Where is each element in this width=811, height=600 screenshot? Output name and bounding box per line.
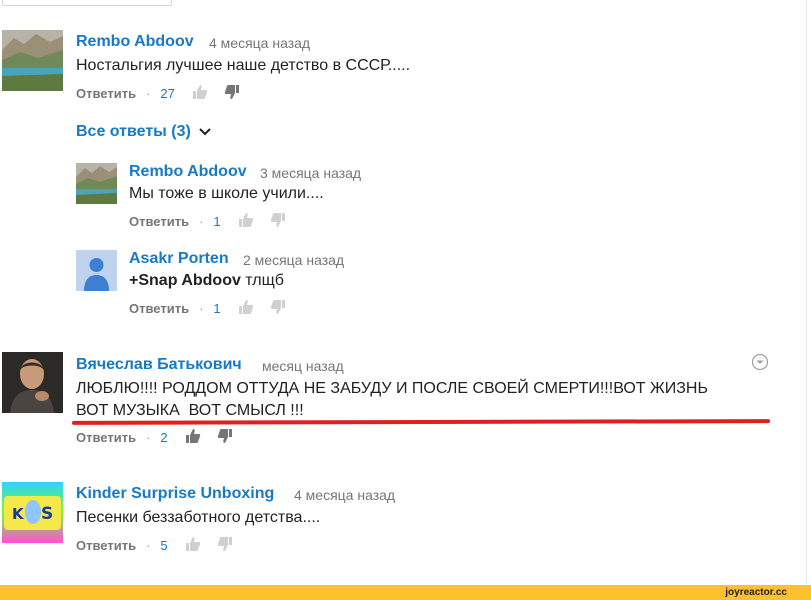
comment-author[interactable]: Kinder Surprise Unboxing: [76, 485, 274, 503]
separator-dot: ·: [146, 537, 151, 553]
avatar-kinder-logo-image: K S: [2, 482, 63, 543]
like-count: 1: [213, 300, 221, 316]
like-count: 2: [160, 429, 168, 445]
chevron-down-icon: [199, 123, 211, 141]
thumb-down-icon[interactable]: [270, 299, 286, 318]
separator-dot: ·: [199, 300, 204, 316]
avatar[interactable]: [2, 352, 63, 413]
separator-dot: ·: [146, 429, 151, 445]
thumb-up-icon[interactable]: [238, 212, 254, 231]
avatar[interactable]: [2, 30, 63, 91]
thumb-down-icon[interactable]: [217, 428, 233, 447]
view-replies-label: Все ответы (3): [76, 123, 191, 140]
thumb-down-icon[interactable]: [224, 84, 240, 103]
sort-dropdown-box[interactable]: [2, 0, 172, 6]
comment-actions: Ответить · 2: [76, 427, 233, 447]
like-count: 27: [160, 85, 175, 101]
reply-button[interactable]: Ответить: [76, 86, 136, 101]
reply-actions: Ответить · 1: [129, 298, 286, 318]
default-avatar-icon[interactable]: [76, 250, 117, 291]
like-count: 5: [160, 537, 168, 553]
comment-author[interactable]: Rembo Abdoov: [76, 33, 194, 51]
reply-text: +Snap Abdoov тлщб: [129, 270, 284, 291]
avatar-landscape-image: [76, 163, 117, 204]
reply-text-body: тлщб: [240, 272, 284, 289]
avatar[interactable]: [76, 163, 117, 204]
comment-text-line-2: ВОТ МУЗЫКА ВОТ СМЫСЛ !!!: [76, 402, 304, 419]
thumb-down-icon[interactable]: [270, 212, 286, 231]
comment: K S Kinder Surprise Unboxing 4 месяца на…: [0, 482, 760, 562]
comment: Rembo Abdoov 4 месяца назад Ностальгия л…: [0, 30, 760, 110]
reply: Asakr Porten 2 месяца назад +Snap Abdoov…: [76, 250, 676, 320]
action-menu-icon[interactable]: [751, 353, 769, 376]
watermark-text: joyreactor.cc: [725, 587, 787, 598]
thumb-up-icon[interactable]: [185, 428, 201, 447]
separator-dot: ·: [146, 85, 151, 101]
reply-timestamp[interactable]: 2 месяца назад: [243, 252, 344, 268]
reply-button[interactable]: Ответить: [129, 214, 189, 229]
comment-text-line-1: ЛЮБЛЮ!!!! РОДДОМ ОТТУДА НЕ ЗАБУДУ И ПОСЛ…: [76, 380, 708, 397]
avatar-photo-image: [2, 352, 63, 413]
comment-actions: Ответить · 27: [76, 83, 240, 103]
reply-timestamp[interactable]: 3 месяца назад: [260, 165, 361, 181]
reply-actions: Ответить · 1: [129, 211, 286, 231]
content-right-border: [806, 0, 807, 585]
comment-timestamp[interactable]: 4 месяца назад: [294, 487, 395, 503]
thumb-up-icon[interactable]: [238, 299, 254, 318]
thumb-up-icon[interactable]: [185, 536, 201, 555]
thumb-down-icon[interactable]: [217, 536, 233, 555]
reply-author[interactable]: Asakr Porten: [129, 250, 229, 268]
comment-actions: Ответить · 5: [76, 535, 233, 555]
comment-text: Песенки беззаботного детства....: [76, 509, 321, 526]
comment-text: Ностальгия лучшее наше детство в СССР...…: [76, 57, 411, 74]
reply-author[interactable]: Rembo Abdoov: [129, 163, 247, 181]
avatar[interactable]: K S: [2, 482, 63, 543]
comment: Вячеслав Батькович месяц назад ЛЮБЛЮ!!!!…: [0, 352, 780, 452]
reply-button[interactable]: Ответить: [76, 430, 136, 445]
svg-text:S: S: [41, 504, 53, 524]
reply-button[interactable]: Ответить: [129, 301, 189, 316]
comment-author[interactable]: Вячеслав Батькович: [76, 356, 242, 374]
avatar-landscape-image: [2, 30, 63, 91]
reply: Rembo Abdoov 3 месяца назад Мы тоже в шк…: [76, 163, 676, 233]
comment-timestamp[interactable]: 4 месяца назад: [209, 35, 310, 51]
separator-dot: ·: [199, 213, 204, 229]
reply-text: Мы тоже в школе учили....: [129, 185, 324, 202]
view-replies-toggle[interactable]: Все ответы (3): [76, 123, 211, 141]
comment-timestamp[interactable]: месяц назад: [262, 358, 344, 374]
thumb-up-icon[interactable]: [192, 84, 208, 103]
reply-button[interactable]: Ответить: [76, 538, 136, 553]
mention-link[interactable]: +Snap Abdoov: [129, 272, 241, 289]
svg-text:K: K: [12, 505, 25, 523]
footer-bar: joyreactor.cc: [0, 585, 811, 600]
like-count: 1: [213, 213, 221, 229]
